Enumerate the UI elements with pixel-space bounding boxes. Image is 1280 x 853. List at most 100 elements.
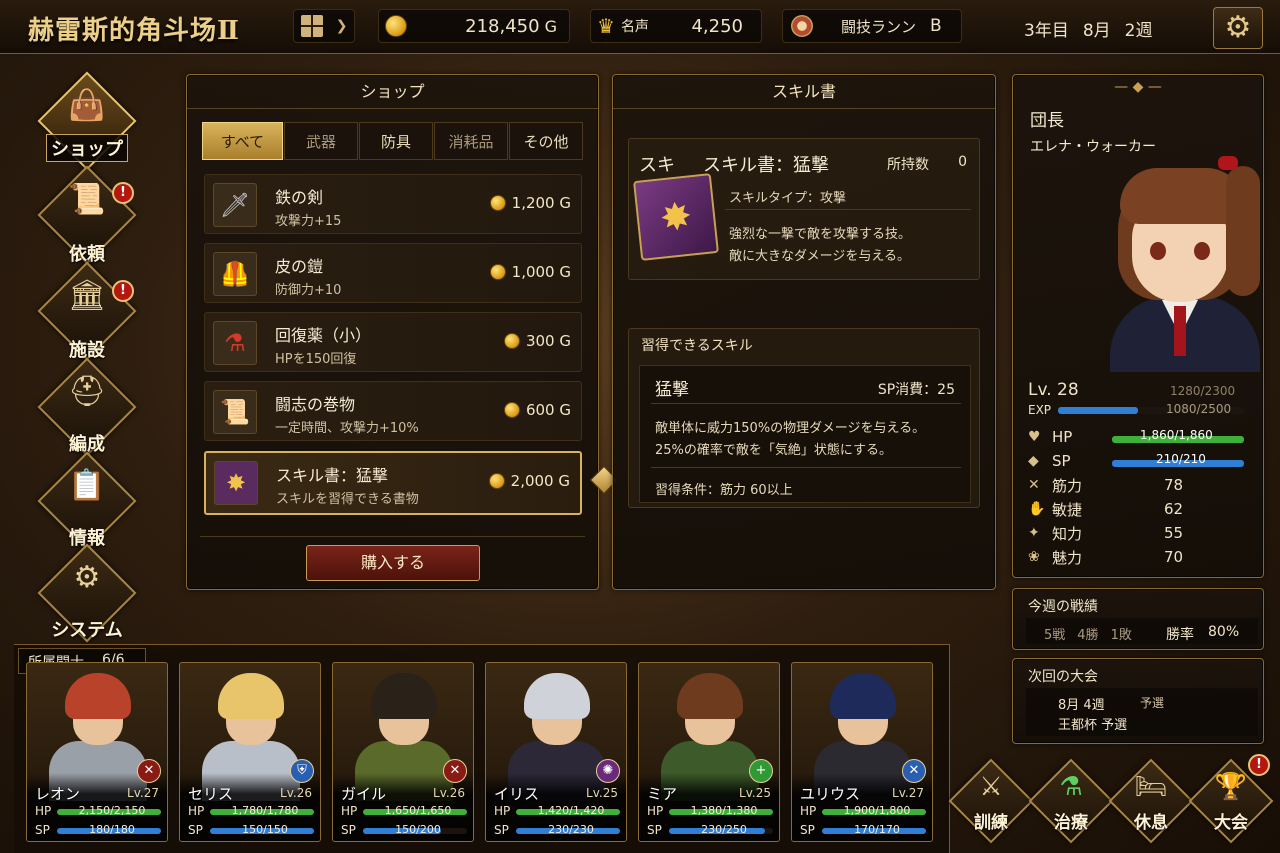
heal-button[interactable]: ⚗ 治療 <box>1028 758 1114 844</box>
item-price: 1,000 G <box>489 263 571 281</box>
skill-type-line: スキルタイプ：攻撃 <box>729 191 847 206</box>
game-title: 赫雷斯的角斗场Ⅱ <box>28 16 240 46</box>
tab-armor[interactable]: 防具 <box>359 122 433 160</box>
fighter-sp-value: 230/230 <box>548 823 594 836</box>
fighter-card[interactable]: ✕ ユリウス Lv.27 HP 1,900/1,800 SP 170/170 <box>791 662 933 842</box>
nav-shop[interactable]: 👜 ショップ <box>37 71 137 171</box>
skill-desc-2: 25%の確率で敵を「気絶」状態にする。 <box>655 443 893 458</box>
fighter-hp-value: 1,380/1,380 <box>690 804 758 817</box>
document-icon: 📋 <box>68 468 106 503</box>
fighter-name: ユリウス <box>800 785 861 803</box>
tab-all[interactable]: すべて <box>202 122 283 160</box>
stat-strength: ✕ 筋力 78 <box>1028 476 1184 495</box>
leader-level-exp: 1280/2300 <box>1170 384 1236 398</box>
fighter-card[interactable]: ✕ レオン Lv.27 HP 2,150/2,150 SP 180/180 <box>26 662 168 842</box>
date-month: 8月 <box>1082 21 1111 41</box>
gold-coin-icon <box>503 333 520 349</box>
skillbook-desc-2: 敵に大きなダメージを与える。 <box>729 249 910 264</box>
item-desc: スキルを習得できる書物 <box>276 492 419 507</box>
nav-info[interactable]: 📋 情報 <box>37 451 137 551</box>
skill-book-icon: ✸ <box>633 173 719 261</box>
fighter-card[interactable]: + ミア Lv.25 HP 1,380/1,380 SP 230/250 <box>638 662 780 842</box>
fighter-hp-value: 1,900/1,800 <box>843 804 911 817</box>
menu-toggle[interactable]: ❯ <box>293 9 355 43</box>
exp-label: EXP <box>1028 403 1052 417</box>
shop-item-row[interactable]: 🦺 皮の鎧 防御力+10 1,000 G <box>204 243 582 303</box>
magic-class-icon: ✺ <box>596 759 620 783</box>
owned-label: 所持数 <box>887 157 929 173</box>
tab-weapons[interactable]: 武器 <box>284 122 358 160</box>
sword-class-icon: ✕ <box>443 759 467 783</box>
stat-charm: ❀ 魅力 70 <box>1028 548 1184 567</box>
shop-item-row-selected[interactable]: ✸ スキル書：猛撃 スキルを習得できる書物 2,000 G <box>204 451 582 515</box>
rest-button[interactable]: 🛏 休息 <box>1108 758 1194 844</box>
exp-bar-fill <box>1058 407 1138 414</box>
fighter-card[interactable]: ⛨ セリス Lv.26 HP 1,780/1,780 SP 150/150 <box>179 662 321 842</box>
skill-name: 猛撃 <box>655 380 689 400</box>
fighter-hp-label: HP <box>35 804 52 818</box>
fighter-card[interactable]: ✕ ガイル Lv.26 HP 1,650/1,650 SP 150/200 <box>332 662 474 842</box>
fighter-level: Lv.26 <box>433 786 465 800</box>
fighter-hp-label: HP <box>188 804 205 818</box>
item-name: 皮の鎧 <box>275 257 324 276</box>
buy-button[interactable]: 購入する <box>306 545 480 581</box>
item-name: 回復薬（小） <box>275 326 372 345</box>
trophy-icon: 🏆 <box>1214 772 1248 802</box>
tab-consumables[interactable]: 消耗品 <box>434 122 508 160</box>
item-desc: 防御力+10 <box>275 283 342 298</box>
tournament-button[interactable]: 🏆 大会 ! <box>1188 754 1274 844</box>
gold-coin-icon <box>503 402 520 418</box>
fame-label: 名声 <box>620 19 649 35</box>
skill-requirement: 習得条件：筋力 60以上 <box>655 483 793 498</box>
winrate-label: 勝率 <box>1166 627 1194 643</box>
item-desc: 一定時間、攻撃力+10% <box>275 421 419 436</box>
settings-button[interactable]: ⚙ <box>1213 7 1263 49</box>
leader-level: Lv. 28 <box>1028 380 1079 400</box>
top-bar: 赫雷斯的角斗场Ⅱ ❯ 218,450 G ♛ 名声 4,250 闘技ランン B … <box>0 0 1280 54</box>
gold-coin-icon <box>489 195 506 211</box>
potion-flask-icon: ⚗ <box>1059 772 1083 802</box>
gear-icon[interactable]: ⚙ <box>1225 10 1252 45</box>
tournament-date: 8月 4週 <box>1058 698 1105 713</box>
sp-label: SP <box>1052 452 1071 470</box>
tab-other[interactable]: その他 <box>509 122 583 160</box>
fighter-sp-value: 180/180 <box>89 823 135 836</box>
fighter-sp-label: SP <box>341 823 356 837</box>
fighter-sp-label: SP <box>647 823 662 837</box>
grid-menu-icon[interactable] <box>300 15 323 37</box>
nav-formation[interactable]: ⛑ 編成 <box>37 357 137 457</box>
nav-system[interactable]: ⚙ システム <box>37 543 137 643</box>
shop-panel-title: ショップ <box>187 75 598 109</box>
sp-cost: SP消費：25 <box>877 382 955 398</box>
fighter-hp-label: HP <box>800 804 817 818</box>
nav-quest[interactable]: 📜 依頼 ! <box>37 165 137 265</box>
item-desc: HPを150回復 <box>275 352 357 367</box>
fighter-hp-value: 1,420/1,420 <box>537 804 605 817</box>
gold-display: 218,450 G <box>378 9 570 43</box>
tournament-round-tag: 予選 <box>1140 696 1165 710</box>
fighter-level: Lv.27 <box>127 786 159 800</box>
shop-item-row[interactable]: 📜 闘志の巻物 一定時間、攻撃力+10% 600 G <box>204 381 582 441</box>
owned-value: 0 <box>958 154 967 170</box>
shield-class-icon: ⛨ <box>290 759 314 783</box>
nav-facility[interactable]: 🏛 施設 ! <box>37 261 137 361</box>
facility-alert-badge: ! <box>112 280 134 302</box>
fighter-hp-label: HP <box>647 804 664 818</box>
train-button[interactable]: ⚔ 訓練 <box>948 758 1034 844</box>
shop-item-row[interactable]: ⚗ 回復薬（小） HPを150回復 300 G <box>204 312 582 372</box>
train-label: 訓練 <box>974 813 1008 833</box>
rank-label: 闘技ランン <box>841 17 917 36</box>
crossed-swords-icon: ⚔ <box>979 772 1003 802</box>
fame-value: 4,250 <box>691 15 743 37</box>
arrow-right-icon[interactable]: ❯ <box>336 18 348 34</box>
shop-item-row[interactable]: 🗡 鉄の剣 攻撃力+15 1,200 G <box>204 174 582 234</box>
dual-blade-class-icon: ✕ <box>902 759 926 783</box>
tournament-label: 大会 <box>1214 813 1248 833</box>
fighter-card[interactable]: ✺ イリス Lv.25 HP 1,420/1,420 SP 230/230 <box>485 662 627 842</box>
agility-icon: ✋ <box>1028 501 1046 517</box>
ornament-divider: — ◆ — <box>1114 79 1162 95</box>
rank-display: 闘技ランン B <box>782 9 962 43</box>
fighter-name: ガイル <box>341 785 387 803</box>
item-desc: 攻撃力+15 <box>275 214 342 229</box>
fighter-hp-label: HP <box>341 804 358 818</box>
